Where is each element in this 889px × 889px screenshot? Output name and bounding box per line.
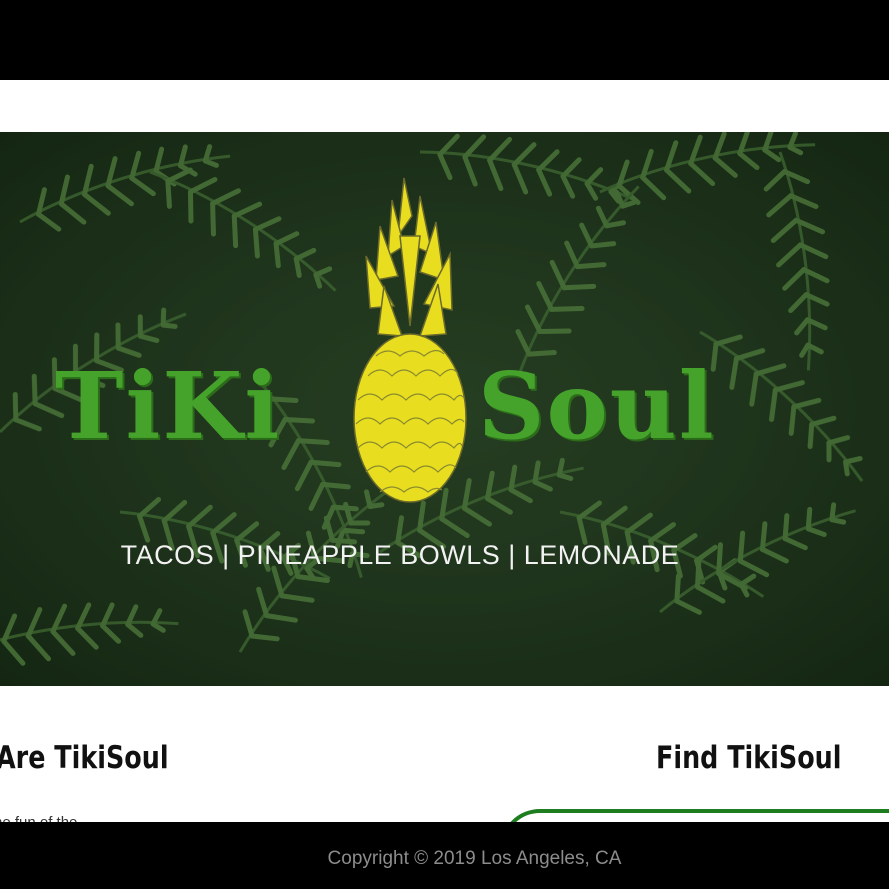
nav-strip: [0, 80, 889, 132]
logo-text-soul: Soul: [478, 352, 716, 460]
pineapple-icon: [353, 177, 467, 503]
find-section-title: Find TikiSoul: [656, 740, 842, 776]
copyright-text: Copyright © 2019 Los Angeles, CA: [327, 848, 622, 869]
about-section-text: he fun of the ...: [0, 814, 94, 822]
hero-banner: TiKi Soul TACOS | PINEAPPLE BOWLS | LEMO…: [0, 132, 889, 686]
top-bar: [0, 0, 889, 80]
map-frame[interactable]: [500, 809, 889, 822]
footer: Copyright © 2019 Los Angeles, CA: [0, 822, 889, 889]
logo-text-tiki: TiKi: [55, 352, 282, 460]
tikisoul-logo: TiKi Soul TACOS | PINEAPPLE BOWLS | LEMO…: [0, 132, 889, 686]
hero-tagline: TACOS | PINEAPPLE BOWLS | LEMONADE: [120, 540, 680, 570]
about-section-title: Are TikiSoul: [0, 740, 169, 776]
content-sections: Are TikiSoul he fun of the ... Find Tiki…: [0, 686, 889, 822]
